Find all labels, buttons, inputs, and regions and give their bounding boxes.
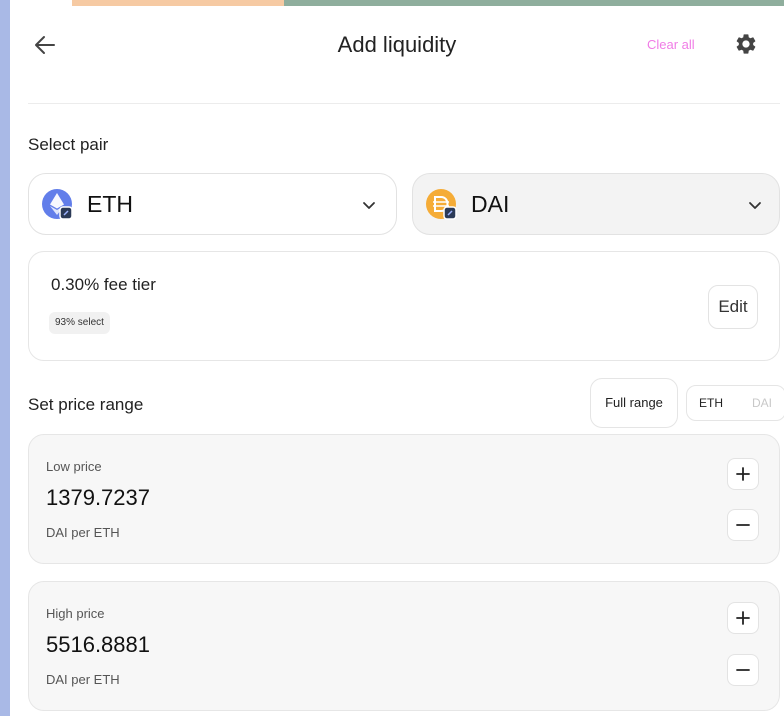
gear-icon[interactable] [734, 32, 758, 56]
chevron-down-icon [749, 202, 761, 209]
high-price-card: High price DAI per ETH [28, 581, 780, 711]
header-divider [28, 103, 780, 104]
chevron-down-icon [363, 202, 375, 209]
low-price-card: Low price DAI per ETH [28, 434, 780, 564]
select-pair-label: Select pair [28, 135, 109, 154]
page-edge-left [0, 0, 10, 716]
high-price-label: High price [46, 606, 105, 621]
minus-icon [736, 669, 750, 671]
header: Add liquidity Clear all [10, 6, 784, 86]
high-price-unit: DAI per ETH [46, 672, 120, 687]
add-liquidity-panel: Add liquidity Clear all Select pair ETH … [10, 6, 784, 716]
token-b-select[interactable]: DAI [412, 173, 780, 235]
full-range-button[interactable]: Full range [590, 378, 678, 428]
toggle-eth[interactable]: ETH [699, 386, 723, 420]
high-price-decrement-button[interactable] [727, 654, 759, 686]
plus-icon [736, 611, 750, 625]
high-price-increment-button[interactable] [727, 602, 759, 634]
fee-tier-label: 0.30% fee tier [51, 275, 156, 294]
edit-fee-button[interactable]: Edit [708, 285, 758, 329]
high-price-input[interactable] [46, 630, 306, 660]
eth-token-icon [42, 189, 73, 220]
toggle-dai[interactable]: DAI [752, 386, 772, 420]
token-a-select[interactable]: ETH [28, 173, 397, 235]
base-token-toggle: ETH DAI [686, 385, 784, 421]
plus-icon [736, 467, 750, 481]
set-price-range-label: Set price range [28, 395, 144, 414]
low-price-unit: DAI per ETH [46, 525, 120, 540]
token-b-symbol: DAI [471, 191, 510, 217]
clear-all-button[interactable]: Clear all [647, 37, 695, 52]
low-price-increment-button[interactable] [727, 458, 759, 490]
dai-token-icon [426, 189, 457, 220]
low-price-decrement-button[interactable] [727, 509, 759, 541]
minus-icon [736, 524, 750, 526]
token-a-symbol: ETH [87, 191, 133, 217]
low-price-label: Low price [46, 459, 102, 474]
fee-select-badge: 93% select [49, 312, 110, 334]
low-price-input[interactable] [46, 483, 306, 513]
fee-tier-card: 0.30% fee tier 93% select Edit [28, 251, 780, 361]
